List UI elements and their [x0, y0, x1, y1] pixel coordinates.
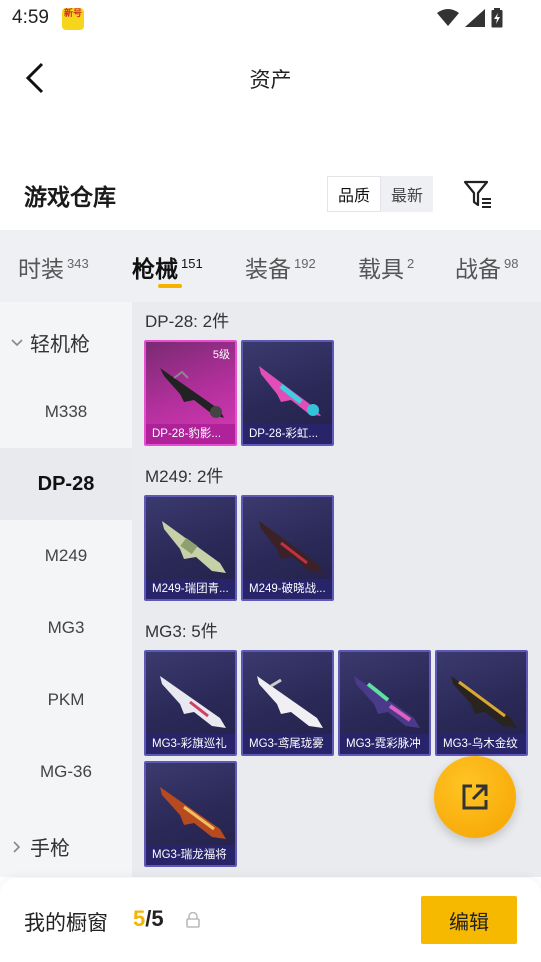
- group-title-m249: M249: 2件: [145, 467, 224, 486]
- gun-image: [451, 676, 517, 728]
- warehouse-title: 游戏仓库: [24, 184, 116, 210]
- skin-card[interactable]: MG3-彩旗巡礼: [144, 650, 237, 756]
- signal-icon: [465, 9, 485, 27]
- sidebar-item-dp28[interactable]: DP-28: [0, 448, 132, 520]
- skin-name: MG3-霓彩脉冲: [340, 734, 429, 754]
- edit-button[interactable]: 编辑: [421, 896, 517, 944]
- sidebar-group-pistol[interactable]: 手枪: [10, 832, 70, 861]
- sidebar-item-m338[interactable]: M338: [0, 376, 132, 448]
- skin-card[interactable]: 5级 DP-28-豹影...: [144, 340, 237, 446]
- gun-image: [259, 521, 323, 573]
- status-time: 4:59: [12, 7, 49, 28]
- skin-card[interactable]: DP-28-彩虹...: [241, 340, 334, 446]
- external-link-icon: [462, 784, 488, 810]
- showcase-count: 5/5: [133, 906, 164, 931]
- lock-icon: [186, 912, 200, 928]
- skin-card[interactable]: M249-瑞团青...: [144, 495, 237, 601]
- showcase-bar: 我的橱窗 5/5 编辑: [0, 878, 541, 962]
- skin-name: MG3-彩旗巡礼: [146, 734, 235, 754]
- sidebar-item-mg3[interactable]: MG3: [0, 592, 132, 664]
- gun-image: [259, 366, 321, 416]
- skin-card[interactable]: MG3-乌木金纹: [435, 650, 528, 756]
- status-icons: [437, 8, 503, 28]
- skin-card[interactable]: MG3-瑞龙福将: [144, 761, 237, 867]
- sort-newest-button[interactable]: 最新: [381, 176, 433, 212]
- share-button[interactable]: [434, 756, 516, 838]
- skin-card[interactable]: M249-破晓战...: [241, 495, 334, 601]
- wifi-icon: [437, 9, 459, 26]
- group-title-mg3: MG3: 5件: [145, 622, 218, 641]
- filter-icon: [463, 180, 491, 208]
- sidebar-group-lmg[interactable]: 轻机枪: [10, 328, 90, 357]
- skin-name: MG3-瑞龙福将: [146, 845, 235, 865]
- group-title-dp28: DP-28: 2件: [145, 312, 230, 331]
- chevron-down-icon: [11, 338, 23, 346]
- battery-icon: [491, 8, 503, 28]
- weapon-type-sidebar: 轻机枪 M338 DP-28 M249 MG3 PKM MG-36 手枪: [0, 302, 132, 877]
- sort-toggle: 品质 最新: [327, 176, 433, 212]
- skin-card[interactable]: MG3-鸢尾珑雾: [241, 650, 334, 756]
- tab-equipment[interactable]: 装备 192: [245, 250, 316, 284]
- skin-name: DP-28-豹影...: [146, 424, 235, 444]
- sidebar-item-mg36[interactable]: MG-36: [0, 736, 132, 808]
- skin-name: MG3-鸢尾珑雾: [243, 734, 332, 754]
- page-title: 资产: [249, 69, 292, 92]
- showcase-label: 我的橱窗: [24, 912, 108, 935]
- filter-button[interactable]: [462, 178, 494, 210]
- status-bar: 4:59 新号: [0, 0, 541, 36]
- gun-image: [354, 676, 420, 728]
- gun-image: [160, 676, 226, 728]
- skin-name: M249-破晓战...: [243, 579, 332, 599]
- tab-supplies[interactable]: 战备 98: [455, 250, 518, 284]
- gun-image: [160, 368, 224, 418]
- skin-name: MG3-乌木金纹: [437, 734, 526, 754]
- tab-vehicles[interactable]: 载具 2: [358, 250, 414, 284]
- category-tab-bar: 时装 343 枪械 151 装备 192 载具 2 战备 98: [0, 230, 541, 302]
- sort-quality-button[interactable]: 品质: [327, 176, 381, 212]
- gun-image: [162, 521, 226, 573]
- app-notification-icon: 新号: [62, 8, 84, 30]
- skin-name: M249-瑞团青...: [146, 579, 235, 599]
- skin-name: DP-28-彩虹...: [243, 424, 332, 444]
- sidebar-item-m249[interactable]: M249: [0, 520, 132, 592]
- skin-card[interactable]: MG3-霓彩脉冲: [338, 650, 431, 756]
- tab-fashion[interactable]: 时装 343: [18, 250, 89, 284]
- active-tab-indicator: [158, 284, 182, 288]
- gun-image: [160, 787, 226, 839]
- tab-firearms[interactable]: 枪械 151: [132, 250, 203, 284]
- gun-image: [257, 676, 323, 728]
- sidebar-item-pkm[interactable]: PKM: [0, 664, 132, 736]
- chevron-right-icon: [13, 840, 21, 853]
